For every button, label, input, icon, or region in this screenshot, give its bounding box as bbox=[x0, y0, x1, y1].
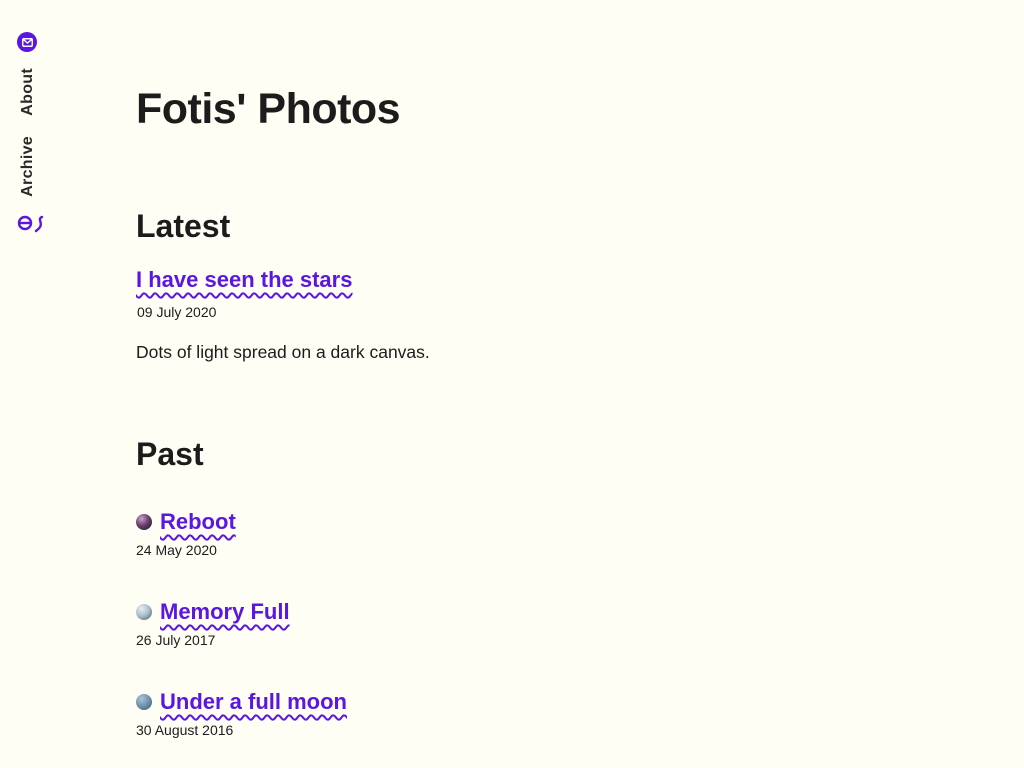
past-post-link-memory-full[interactable]: Memory Full bbox=[160, 599, 290, 625]
site-logo-link[interactable] bbox=[17, 213, 47, 235]
sidebar: About Archive bbox=[14, 30, 44, 240]
past-post-link-under-a-full-moon[interactable]: Under a full moon bbox=[160, 689, 347, 715]
past-post-item: Under a full moon 30 August 2016 bbox=[136, 688, 636, 738]
past-post-item: Memory Full 26 July 2017 bbox=[136, 598, 636, 648]
latest-post-title-row: I have seen the stars bbox=[136, 266, 352, 297]
past-post-date: 24 May 2020 bbox=[136, 542, 217, 558]
latest-post-date: 09 July 2020 bbox=[137, 304, 217, 320]
past-post-date: 26 July 2017 bbox=[136, 632, 216, 648]
latest-post-description: Dots of light spread on a dark canvas. bbox=[136, 342, 430, 362]
mail-button[interactable] bbox=[17, 32, 37, 52]
main-content: Fotis' Photos Latest I have seen the sta… bbox=[136, 80, 896, 738]
envelope-icon bbox=[21, 37, 33, 47]
post-thumbnail-icon bbox=[136, 694, 152, 710]
site-logo-icon bbox=[17, 215, 44, 233]
past-post-link-reboot[interactable]: Reboot bbox=[160, 509, 236, 535]
nav-about-link[interactable]: About bbox=[19, 68, 37, 116]
past-post-item: Reboot 24 May 2020 bbox=[136, 508, 636, 558]
latest-post-link[interactable]: I have seen the stars bbox=[136, 267, 352, 292]
page-title: Fotis' Photos bbox=[136, 85, 401, 133]
past-heading: Past bbox=[136, 436, 204, 472]
past-post-date: 30 August 2016 bbox=[136, 722, 234, 738]
post-thumbnail-icon bbox=[136, 604, 152, 620]
post-thumbnail-icon bbox=[136, 514, 152, 530]
latest-heading: Latest bbox=[136, 208, 231, 244]
nav-archive-link[interactable]: Archive bbox=[19, 136, 37, 197]
